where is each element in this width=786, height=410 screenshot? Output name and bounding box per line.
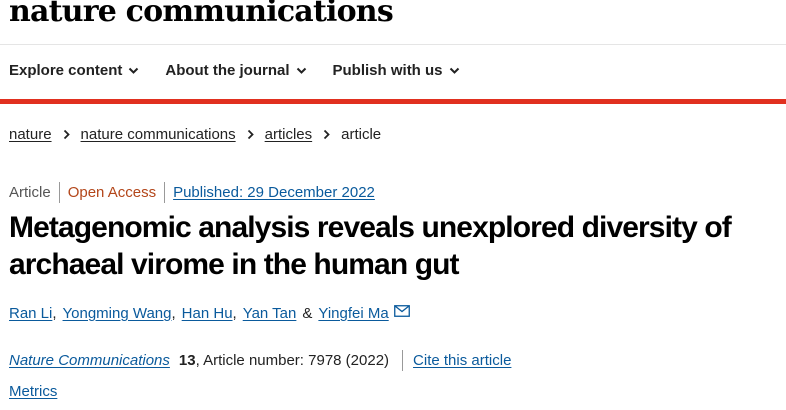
published-date-link[interactable]: Published: 29 December 2022	[173, 184, 375, 201]
volume-number: 13	[178, 352, 196, 369]
nav-about-journal[interactable]: About the journal	[165, 62, 306, 79]
nav-item-label: Explore content	[9, 62, 123, 79]
breadcrumb-articles[interactable]: articles	[265, 126, 313, 143]
nav-item-label: Publish with us	[332, 62, 443, 79]
nav-publish-with-us[interactable]: Publish with us	[333, 62, 460, 79]
author-separator: ,	[232, 305, 237, 322]
chevron-down-icon	[296, 67, 307, 75]
nav-explore-content[interactable]: Explore content	[9, 62, 139, 79]
main-nav: Explore content About the journal Publis…	[9, 62, 486, 79]
metrics-link[interactable]: Metrics	[9, 383, 57, 400]
article-number: , Article number: 7978 (2022)	[195, 352, 390, 369]
breadcrumb-current: article	[341, 126, 382, 143]
nav-item-label: About the journal	[165, 62, 290, 79]
meta-divider	[58, 182, 60, 203]
breadcrumb-nature-communications[interactable]: nature communications	[81, 126, 236, 143]
meta-divider	[164, 182, 166, 203]
author-separator: ,	[52, 305, 57, 322]
chevron-right-icon	[63, 129, 70, 140]
article-meta: Article Open Access Published: 29 Decemb…	[9, 182, 375, 203]
article-type: Article	[9, 184, 51, 201]
chevron-right-icon	[323, 129, 330, 140]
article-title: Metagenomic analysis reveals unexplored …	[9, 211, 732, 281]
author-link[interactable]: Han Hu	[182, 305, 233, 322]
author-conjunction: &	[302, 305, 313, 322]
accent-bar	[0, 99, 786, 104]
breadcrumb-nature[interactable]: nature	[9, 126, 52, 143]
author-link[interactable]: Yongming Wang	[63, 305, 172, 322]
chevron-right-icon	[247, 129, 254, 140]
header-divider	[0, 44, 786, 45]
author-link[interactable]: Yingfei Ma	[318, 305, 388, 322]
breadcrumb: nature nature communications articles ar…	[9, 126, 381, 143]
citation-divider	[402, 350, 404, 371]
chevron-down-icon	[449, 67, 460, 75]
mail-icon[interactable]	[393, 304, 410, 317]
author-list: Ran Li, Yongming Wang, Han Hu, Yan Tan &…	[9, 304, 410, 322]
site-logo[interactable]: nature communications	[9, 0, 394, 29]
cite-this-article-link[interactable]: Cite this article	[413, 352, 511, 369]
journal-link[interactable]: Nature Communications	[9, 352, 170, 369]
citation-line: Nature Communications 13 , Article numbe…	[9, 350, 511, 371]
chevron-down-icon	[128, 67, 139, 75]
author-link[interactable]: Yan Tan	[243, 305, 297, 322]
author-link[interactable]: Ran Li	[9, 305, 52, 322]
open-access-label: Open Access	[67, 184, 157, 201]
author-separator: ,	[171, 305, 176, 322]
